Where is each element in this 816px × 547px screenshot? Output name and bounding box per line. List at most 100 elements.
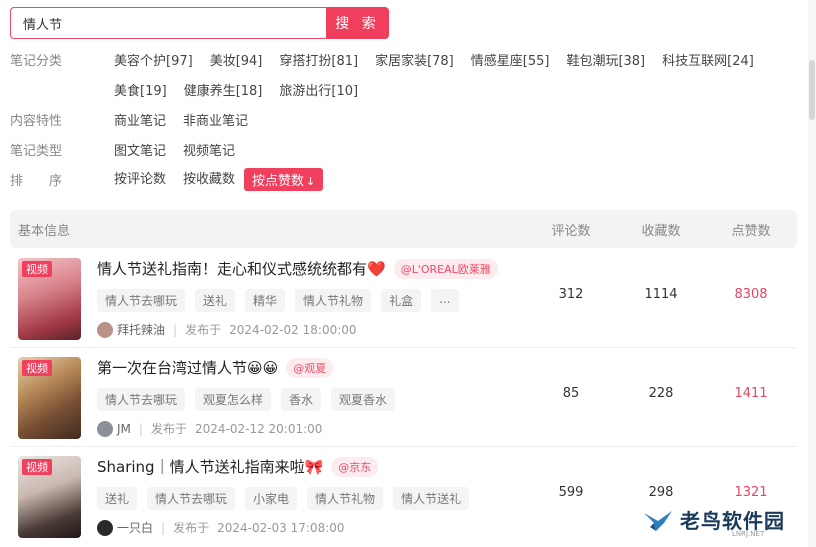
- filter-label: 排 序: [10, 173, 63, 189]
- filter-label: 笔记分类: [10, 53, 63, 69]
- note-meta: 拜托辣油 | 发布于 2024-02-02 18:00:00: [97, 321, 357, 338]
- topic-tag[interactable]: 情人节礼物: [307, 487, 384, 510]
- filter-option[interactable]: 美容个护[97]: [114, 50, 193, 69]
- avatar: [97, 420, 113, 437]
- sort-by-likes[interactable]: 按点赞数 ↓: [244, 167, 324, 191]
- favorite-count: 298: [648, 485, 674, 500]
- filter-label: 笔记类型: [10, 143, 63, 159]
- sort-by-comments[interactable]: 按评论数: [114, 168, 166, 191]
- filter-option[interactable]: 美食[19]: [114, 80, 167, 99]
- topic-tag[interactable]: 情人节去哪玩: [97, 289, 186, 312]
- brand-tag[interactable]: @京东: [331, 456, 379, 477]
- note-title[interactable]: 第一次在台湾过情人节😀😀: [97, 357, 278, 378]
- search-button[interactable]: 搜 索: [326, 7, 389, 39]
- topic-tag[interactable]: 情人节去哪玩: [147, 487, 236, 510]
- comment-count: 85: [562, 386, 580, 401]
- search-input[interactable]: [10, 7, 326, 39]
- table-row[interactable]: 视频 第一次在台湾过情人节😀😀 @观夏 情人节去哪玩 观夏怎么样 香水 观夏香水…: [10, 349, 797, 447]
- published-date: 2024-02-03 17:08:00: [217, 520, 345, 535]
- note-title-wrap: 第一次在台湾过情人节😀😀 @观夏: [97, 357, 334, 378]
- topic-tag[interactable]: 精华: [245, 289, 286, 312]
- filter-option[interactable]: 旅游出行[10]: [279, 80, 358, 99]
- filter-option[interactable]: 图文笔记: [114, 140, 166, 159]
- note-title[interactable]: 情人节送礼指南！走心和仪式感统统都有❤️: [97, 258, 386, 279]
- search-bar: 搜 索: [10, 7, 389, 39]
- topic-tag[interactable]: 送礼: [195, 289, 236, 312]
- topic-tag[interactable]: 观夏香水: [331, 388, 396, 411]
- meta-divider: |: [161, 520, 166, 535]
- author-name[interactable]: 一只白: [117, 519, 153, 536]
- header-basic-info: 基本信息: [18, 223, 71, 239]
- note-title[interactable]: Sharing｜情人节送礼指南来啦🎀: [97, 456, 323, 477]
- topic-tag[interactable]: 情人节去哪玩: [97, 388, 186, 411]
- note-thumbnail[interactable]: 视频: [18, 357, 81, 439]
- sort-by-favorites[interactable]: 按收藏数: [183, 168, 235, 191]
- sort-desc-icon: ↓: [306, 174, 316, 188]
- avatar: [97, 321, 113, 338]
- meta-divider: |: [173, 322, 178, 337]
- topic-tag[interactable]: 礼盒: [381, 289, 422, 312]
- more-tags[interactable]: ...: [431, 289, 459, 312]
- filter-option[interactable]: 健康养生[18]: [184, 80, 263, 99]
- note-thumbnail[interactable]: 视频: [18, 456, 81, 538]
- brand-tag[interactable]: @L'OREAL欧莱雅: [393, 258, 498, 279]
- header-likes[interactable]: 点赞数: [711, 220, 791, 239]
- tag-list: 送礼 情人节去哪玩 小家电 情人节礼物 情人节送礼: [97, 487, 479, 510]
- filter-option[interactable]: 非商业笔记: [183, 110, 248, 129]
- filter-label: 内容特性: [10, 113, 63, 129]
- topic-tag[interactable]: 情人节送礼: [393, 487, 470, 510]
- filter-row-type: 笔记类型 图文笔记 视频笔记: [10, 138, 252, 160]
- published-date: 2024-02-02 18:00:00: [229, 322, 357, 337]
- author-name[interactable]: 拜托辣油: [117, 321, 165, 338]
- filter-row-content: 内容特性 商业笔记 非商业笔记: [10, 108, 265, 130]
- filter-row-category: 笔记分类 美容个护[97] 美妆[94] 穿搭打扮[81] 家居家装[78] 情…: [10, 48, 771, 70]
- filter-option[interactable]: 视频笔记: [183, 140, 235, 159]
- video-badge: 视频: [22, 261, 52, 277]
- note-title-wrap: 情人节送礼指南！走心和仪式感统统都有❤️ @L'OREAL欧莱雅: [97, 258, 498, 279]
- note-title-wrap: Sharing｜情人节送礼指南来啦🎀 @京东: [97, 456, 379, 477]
- watermark-subtext: LNRJ.NET: [732, 530, 765, 538]
- scrollbar[interactable]: [808, 0, 816, 547]
- table-row[interactable]: 视频 情人节送礼指南！走心和仪式感统统都有❤️ @L'OREAL欧莱雅 情人节去…: [10, 250, 797, 348]
- filter-option[interactable]: 情感星座[55]: [471, 50, 550, 69]
- published-label: 发布于: [173, 521, 210, 535]
- note-meta: JM | 发布于 2024-02-12 20:01:00: [97, 420, 322, 437]
- tag-list: 情人节去哪玩 观夏怎么样 香水 观夏香水: [97, 388, 405, 411]
- filter-option[interactable]: 美妆[94]: [210, 50, 263, 69]
- brand-tag[interactable]: @观夏: [286, 357, 334, 378]
- filter-option[interactable]: 科技互联网[24]: [662, 50, 754, 69]
- topic-tag[interactable]: 送礼: [97, 487, 138, 510]
- favorite-count: 228: [648, 386, 674, 401]
- filter-row-sort: 排 序 按评论数 按收藏数 按点赞数 ↓: [10, 167, 340, 191]
- published-date: 2024-02-12 20:01:00: [194, 421, 323, 436]
- comment-count: 599: [558, 485, 584, 500]
- filter-option[interactable]: 商业笔记: [114, 110, 166, 129]
- favorite-count: 1114: [644, 287, 678, 302]
- meta-divider: |: [138, 421, 143, 436]
- header-comments[interactable]: 评论数: [531, 220, 611, 239]
- like-count: 1411: [734, 386, 768, 401]
- header-favorites[interactable]: 收藏数: [621, 220, 701, 239]
- note-thumbnail[interactable]: 视频: [18, 258, 81, 340]
- topic-tag[interactable]: 情人节礼物: [295, 289, 372, 312]
- video-badge: 视频: [22, 459, 52, 475]
- like-count: 1321: [734, 485, 768, 500]
- note-meta: 一只白 | 发布于 2024-02-03 17:08:00: [97, 519, 345, 536]
- video-badge: 视频: [22, 360, 52, 376]
- published-label: 发布于: [150, 422, 187, 436]
- comment-count: 312: [558, 287, 584, 302]
- scrollbar-thumb[interactable]: [809, 60, 815, 120]
- bird-logo-icon: [644, 510, 672, 531]
- published-label: 发布于: [185, 323, 222, 337]
- filter-row-category-2: 美食[19] 健康养生[18] 旅游出行[10]: [10, 78, 375, 100]
- topic-tag[interactable]: 香水: [281, 388, 322, 411]
- like-count: 8308: [734, 287, 768, 302]
- author-name[interactable]: JM: [117, 422, 131, 436]
- filter-option[interactable]: 穿搭打扮[81]: [279, 50, 358, 69]
- topic-tag[interactable]: 小家电: [245, 487, 298, 510]
- sort-label: 按点赞数: [252, 173, 305, 189]
- topic-tag[interactable]: 观夏怎么样: [195, 388, 272, 411]
- filter-option[interactable]: 家居家装[78]: [375, 50, 454, 69]
- avatar: [97, 519, 113, 536]
- filter-option[interactable]: 鞋包潮玩[38]: [566, 50, 645, 69]
